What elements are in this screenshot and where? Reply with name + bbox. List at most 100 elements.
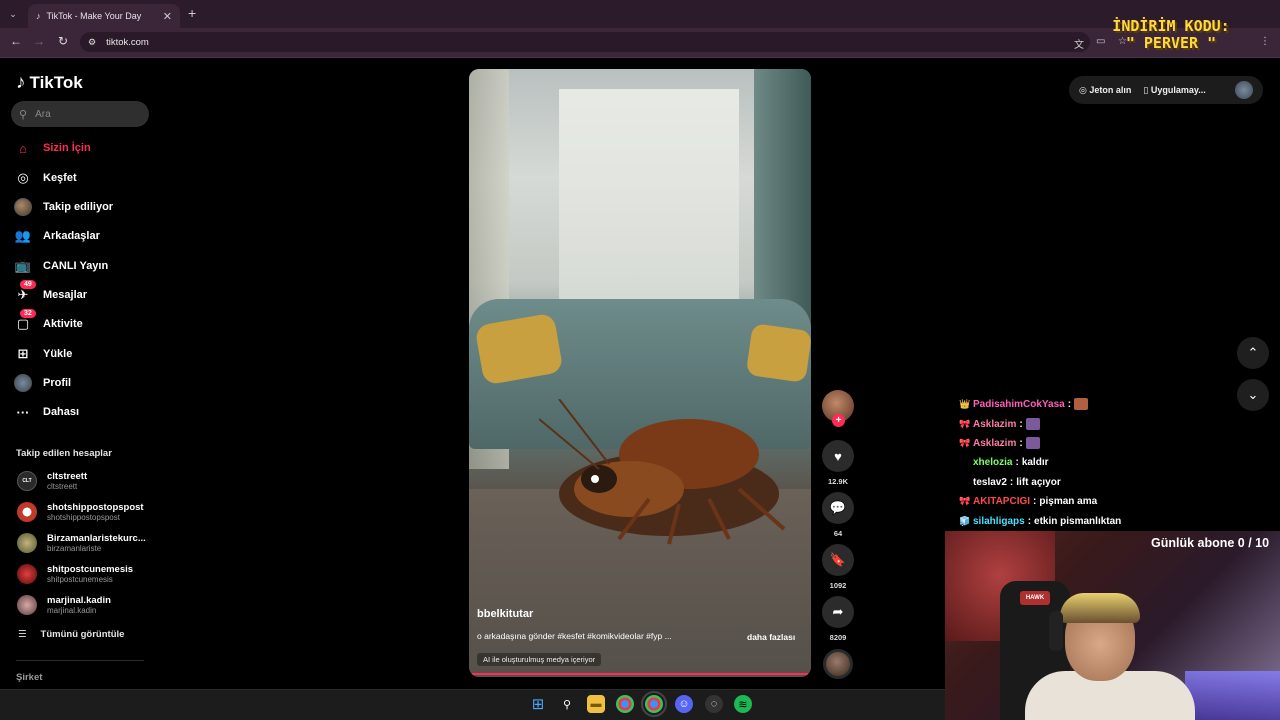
reload-icon[interactable]: ↻	[55, 34, 71, 48]
following-avatar	[14, 198, 32, 216]
chat-user: AKITAPCIGI	[973, 496, 1031, 507]
message-bubble-icon: ▢ 32	[14, 309, 36, 333]
tiktok-favicon-icon: ♪	[36, 11, 41, 21]
translate-icon[interactable]: 文	[1074, 36, 1084, 51]
followed-account[interactable]: marjinal.kadin marjinal.kadin	[17, 592, 157, 618]
account-avatar	[17, 564, 37, 584]
paper-plane-icon: ✈ 49	[14, 280, 36, 304]
compass-icon: ◎	[17, 170, 29, 185]
nav-for-you[interactable]: ⌂ Sizin İçin	[14, 137, 154, 159]
app-icon[interactable]: ◌	[705, 695, 723, 713]
followed-account[interactable]: shotshippostopspost shotshippostopspost	[17, 499, 157, 525]
followed-account[interactable]: CLT cltstreett cltstreett	[17, 468, 157, 494]
nav-label: Takip ediliyor	[43, 201, 114, 213]
chrome-active-icon[interactable]	[641, 691, 667, 717]
chat-text: kaldır	[1021, 457, 1049, 468]
chevron-down-icon: ⌄	[1247, 387, 1259, 402]
see-all-link[interactable]: ☰ Tümünü görüntüle	[18, 629, 124, 640]
like-count: 12.9K	[827, 477, 848, 486]
caption-more-link[interactable]: daha fazlası	[747, 632, 795, 642]
save-button[interactable]: 🔖	[822, 544, 854, 576]
chat-message: 👑 PadisahimCokYasa:	[959, 398, 1089, 410]
video-scene-window	[559, 89, 739, 309]
search-input[interactable]: ⚲ Ara	[11, 101, 149, 127]
chat-badge-icon: 🎀	[959, 418, 971, 429]
live-tv-icon: 📺	[14, 258, 32, 273]
nav-profile[interactable]: Profil	[14, 372, 154, 394]
followed-account[interactable]: shitpostcunemesis shitpostcunemesis	[17, 561, 157, 587]
video-player[interactable]: bbelkitutar o arkadaşına gönder #kesfet …	[469, 69, 811, 677]
close-tab-icon[interactable]: ✕	[163, 10, 172, 23]
tiktok-note-icon: ♪	[16, 72, 26, 93]
sidebar-divider	[16, 660, 144, 661]
promo-line-2: " PERVER "	[1125, 34, 1217, 52]
get-coins-label: Jeton alın	[1089, 84, 1132, 95]
nav-activity[interactable]: ▢ 32 Aktivite	[14, 309, 154, 335]
back-icon[interactable]: ←	[8, 34, 24, 48]
nav-more[interactable]: ··· Dahası	[14, 401, 154, 423]
spotify-icon[interactable]: ≋	[734, 695, 752, 713]
nav-label: Mesajlar	[43, 289, 88, 301]
follow-plus-icon[interactable]: +	[832, 414, 845, 427]
comment-count: 64	[833, 529, 843, 538]
promo-code-overlay: İNDİRİM KODU: " PERVER "	[1106, 18, 1236, 52]
chat-message: xhelozia: kaldır	[973, 457, 1049, 468]
windows-start-icon[interactable]: ⊞	[529, 695, 547, 713]
account-handle: shitpostcunemesis	[47, 575, 113, 584]
friends-icon: 👥	[14, 228, 32, 243]
chat-user: teslav2	[973, 477, 1007, 488]
nav-following[interactable]: Takip ediliyor	[14, 196, 154, 218]
chair-logo: HAWK	[1020, 591, 1050, 605]
logo-text: TikTok	[29, 73, 83, 92]
get-coins-button[interactable]: ◎ Jeton alın	[1079, 85, 1131, 96]
search-icon: ⚲	[19, 108, 28, 121]
like-button[interactable]: ♥	[822, 440, 854, 472]
account-name: cltstreett	[47, 471, 88, 482]
ai-content-label: AI ile oluşturulmuş medya içeriyor	[477, 653, 602, 666]
taskbar-search-icon[interactable]: ⚲	[558, 695, 576, 713]
discord-icon[interactable]: ☺	[675, 695, 693, 713]
nav-messages[interactable]: ✈ 49 Mesajlar	[14, 280, 154, 306]
file-explorer-icon[interactable]: ▬	[587, 695, 605, 713]
home-icon: ⌂	[19, 140, 27, 156]
forward-icon[interactable]: →	[31, 34, 47, 48]
os-taskbar	[0, 689, 945, 720]
nav-upload[interactable]: ⊞ Yükle	[14, 343, 154, 365]
video-scene-curtain	[754, 69, 811, 329]
search-placeholder: Ara	[35, 108, 51, 120]
see-all-label: Tümünü görüntüle	[40, 629, 125, 640]
account-handle: shotshippostopspost	[47, 513, 120, 522]
sound-disc-icon[interactable]	[823, 649, 853, 679]
browser-menu-icon[interactable]: ⋮	[1260, 36, 1270, 47]
headset-icon	[1049, 611, 1063, 651]
chrome-icon[interactable]	[616, 695, 634, 713]
tiktok-logo[interactable]: ♪ TikTok	[16, 72, 83, 94]
chat-message: 🎀 AKITAPCIGI: pişman ama	[959, 496, 1098, 507]
coin-icon: ◎	[1079, 84, 1087, 95]
user-avatar[interactable]	[1235, 81, 1253, 99]
new-tab-icon[interactable]: +	[188, 5, 196, 21]
address-bar[interactable]: ⚙ tiktok.com	[80, 32, 1090, 52]
company-heading[interactable]: Şirket	[16, 672, 42, 683]
get-app-button[interactable]: ▯ Uygulamay...	[1143, 85, 1205, 96]
cast-icon[interactable]: ▭	[1096, 36, 1105, 47]
previous-video-button[interactable]: ⌃	[1237, 337, 1269, 369]
chat-emote	[1025, 418, 1040, 430]
nav-label: Yükle	[43, 348, 73, 360]
site-info-icon[interactable]: ⚙	[88, 37, 96, 48]
chat-badge-icon: 🧊	[959, 516, 971, 526]
share-button[interactable]: ➦	[822, 596, 854, 628]
followed-account[interactable]: Birzamanlaristekurc... birzamanlariste	[17, 530, 157, 556]
next-video-button[interactable]: ⌄	[1237, 379, 1269, 411]
tab-search-icon[interactable]: ⌄	[6, 7, 20, 21]
browser-tab[interactable]: ♪ TikTok - Make Your Day ✕	[28, 4, 180, 28]
video-author[interactable]: bbelkitutar	[477, 608, 533, 620]
video-progress-bar[interactable]	[472, 673, 808, 675]
comment-button[interactable]: 💬	[822, 492, 854, 524]
nav-explore[interactable]: ◎ Keşfet	[14, 167, 154, 189]
webcam-person-hair	[1060, 593, 1140, 623]
account-name: Birzamanlaristekurc...	[47, 533, 146, 544]
nav-live[interactable]: 📺 CANLI Yayın	[14, 255, 154, 277]
nav-friends[interactable]: 👥 Arkadaşlar	[14, 225, 154, 247]
chat-badge-icon: 🎀	[959, 496, 971, 506]
